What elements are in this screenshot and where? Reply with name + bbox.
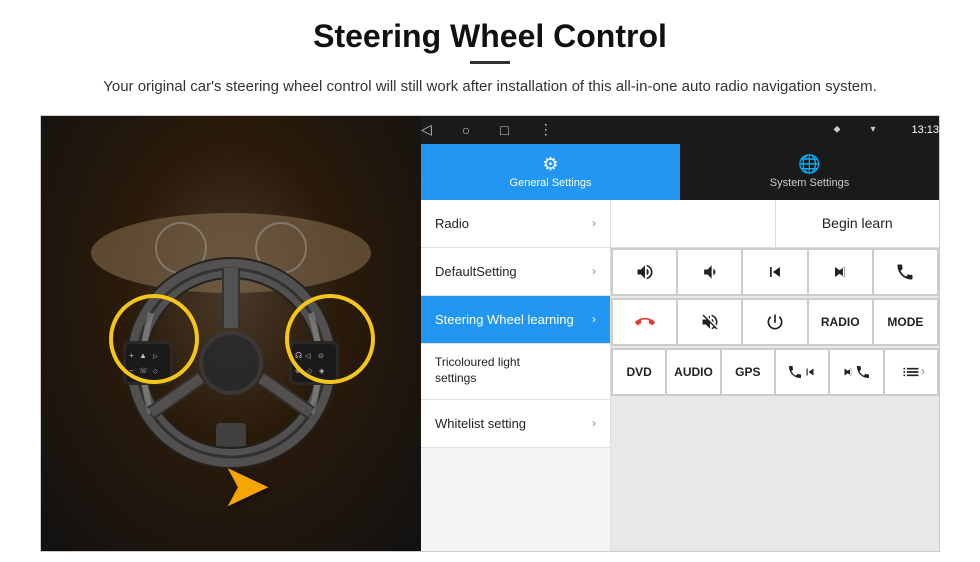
android-ui: ◁ ○ □ ⋮ ⬥ ▾ 13:13 ⚙ General Settings 🌐 S… — [421, 116, 939, 552]
content-area: Radio › DefaultSetting › Steering Wheel … — [421, 200, 939, 552]
radio-label: RADIO — [821, 315, 860, 329]
next-small-icon — [841, 365, 855, 379]
title-divider — [470, 61, 510, 64]
main-content: + ▲ − ☏ ▷ ◇ ☊ ◁ ⊙ ⊕ ◇ ◈ — [40, 115, 940, 553]
mute-icon — [700, 312, 720, 332]
menu-item-whitelist[interactable]: Whitelist setting › — [421, 400, 610, 448]
vol-up-icon — [635, 262, 655, 282]
controls-panel: Begin learn — [611, 200, 939, 552]
chevron-icon: › — [592, 216, 596, 230]
menu-item-steering-wheel[interactable]: Steering Wheel learning › — [421, 296, 610, 344]
menu-list: Radio › DefaultSetting › Steering Wheel … — [421, 200, 611, 552]
callout-right — [285, 294, 375, 384]
vol-down-button[interactable] — [678, 250, 741, 294]
menu-steering-label: Steering Wheel learning — [435, 312, 574, 327]
phone-prev-button[interactable] — [776, 350, 828, 394]
list-icon — [901, 362, 921, 382]
prev-track-button[interactable] — [743, 250, 806, 294]
arrow-overlay: ➤ — [221, 451, 271, 521]
begin-learn-button[interactable]: Begin learn — [776, 200, 940, 247]
control-grid-row1 — [611, 248, 939, 296]
power-icon — [765, 312, 785, 332]
page-container: Steering Wheel Control Your original car… — [0, 0, 980, 562]
menu-item-radio[interactable]: Radio › — [421, 200, 610, 248]
steering-wheel-wrap: + ▲ − ☏ ▷ ◇ ☊ ◁ ⊙ ⊕ ◇ ◈ — [71, 193, 391, 473]
prev-track-icon — [765, 262, 785, 282]
hangup-icon — [635, 312, 655, 332]
home-nav-icon[interactable]: ○ — [462, 122, 470, 138]
chevron-icon: › — [592, 416, 596, 430]
tab-system-settings[interactable]: 🌐 System Settings — [680, 144, 939, 200]
nav-bar: ◁ ○ □ ⋮ ⬥ ▾ 13:13 — [421, 116, 939, 144]
mode-button[interactable]: MODE — [874, 300, 937, 344]
chevron-icon: › — [592, 264, 596, 278]
car-image-area: + ▲ − ☏ ▷ ◇ ☊ ◁ ⊙ ⊕ ◇ ◈ — [41, 116, 421, 552]
general-settings-icon: ⚙ — [542, 154, 558, 175]
next-track-icon — [830, 262, 850, 282]
tab-general-label: General Settings — [510, 177, 592, 189]
menu-item-default-setting[interactable]: DefaultSetting › — [421, 248, 610, 296]
control-grid-row2: RADIO MODE — [611, 298, 939, 346]
gps-label: GPS — [735, 365, 760, 379]
power-button[interactable] — [743, 300, 806, 344]
menu-tricoloured-label: Tricoloured lightsettings — [435, 355, 520, 386]
menu-whitelist-label: Whitelist setting — [435, 416, 526, 431]
callout-left — [109, 294, 199, 384]
dvd-label: DVD — [626, 365, 651, 379]
page-subtitle: Your original car's steering wheel contr… — [103, 76, 877, 99]
mute-button[interactable] — [678, 300, 741, 344]
page-title: Steering Wheel Control — [313, 18, 667, 55]
phone-icon — [895, 262, 915, 282]
wifi-icon: ▾ — [870, 124, 875, 135]
tab-system-label: System Settings — [770, 177, 849, 189]
chevron-icon: › — [592, 312, 596, 326]
tab-bar: ⚙ General Settings 🌐 System Settings — [421, 144, 939, 200]
list-icon-button[interactable] — [885, 350, 937, 394]
radio-button[interactable]: RADIO — [809, 300, 872, 344]
phone-prev-icon — [787, 364, 803, 380]
menu-default-label: DefaultSetting — [435, 264, 517, 279]
control-grid-row3: DVD AUDIO GPS — [611, 348, 939, 396]
audio-button[interactable]: AUDIO — [667, 350, 719, 394]
chevron-icon: › — [921, 364, 925, 378]
begin-learn-row: Begin learn — [611, 200, 939, 248]
phone-next-icon — [855, 364, 871, 380]
phone-button[interactable] — [874, 250, 937, 294]
next-track-button[interactable] — [809, 250, 872, 294]
audio-label: AUDIO — [674, 365, 713, 379]
begin-learn-empty — [611, 200, 776, 247]
prev-small-icon — [803, 365, 817, 379]
recent-nav-icon[interactable]: □ — [500, 122, 508, 138]
phone-next-button[interactable] — [830, 350, 882, 394]
mode-label: MODE — [887, 315, 923, 329]
vol-up-button[interactable] — [613, 250, 676, 294]
menu-radio-label: Radio — [435, 216, 469, 231]
hangup-button[interactable] — [613, 300, 676, 344]
menu-nav-icon[interactable]: ⋮ — [539, 121, 553, 138]
back-nav-icon[interactable]: ◁ — [421, 121, 432, 138]
tab-general-settings[interactable]: ⚙ General Settings — [421, 144, 680, 200]
status-time: 13:13 — [911, 124, 939, 136]
dvd-button[interactable]: DVD — [613, 350, 665, 394]
vol-down-icon — [700, 262, 720, 282]
location-icon: ⬥ — [833, 124, 840, 135]
gps-button[interactable]: GPS — [722, 350, 774, 394]
system-settings-icon: 🌐 — [798, 154, 820, 175]
menu-item-tricoloured[interactable]: Tricoloured lightsettings › — [421, 344, 610, 400]
